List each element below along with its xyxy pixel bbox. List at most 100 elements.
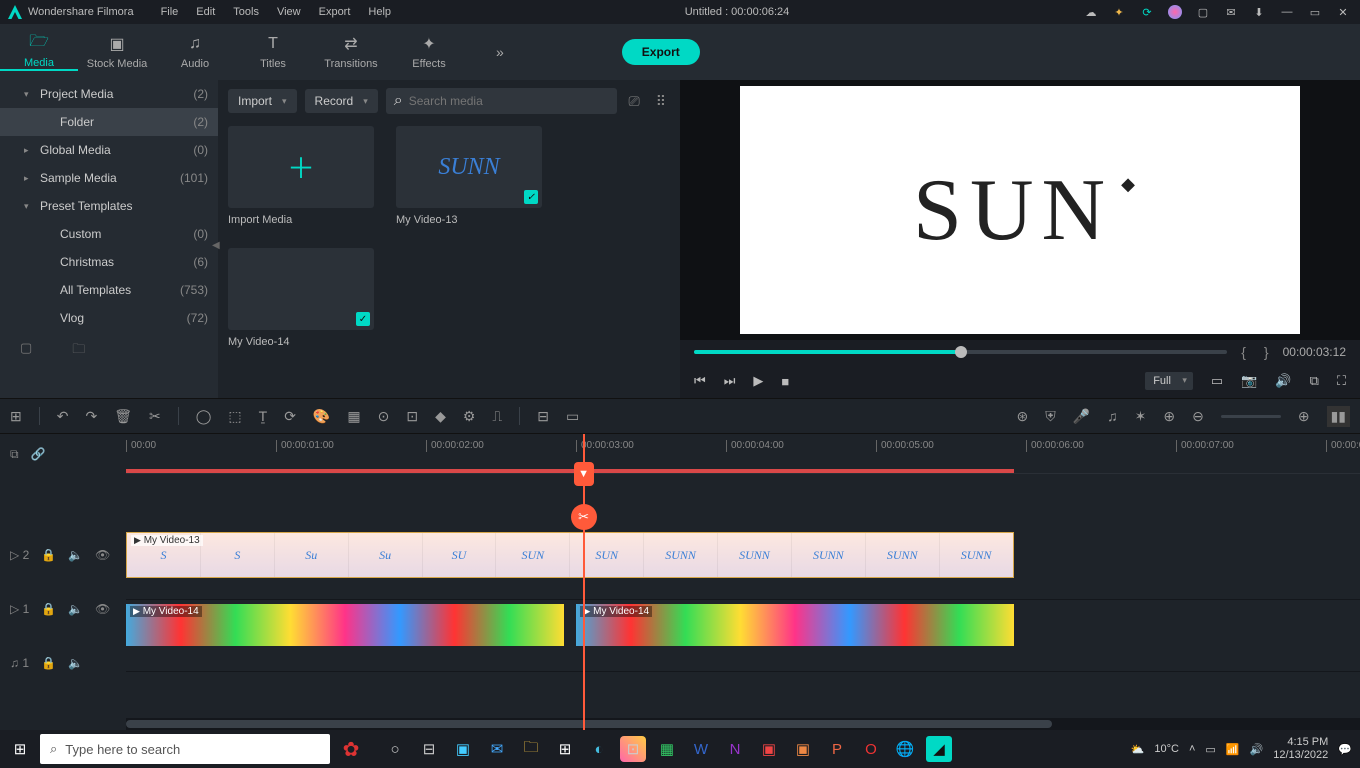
export-button[interactable]: Export — [622, 39, 700, 65]
tool-7-icon[interactable]: ⊙ — [378, 408, 390, 425]
menu-file[interactable]: File — [152, 6, 188, 18]
notifications-icon[interactable]: 💬 — [1338, 743, 1352, 756]
zoom-slider[interactable] — [1221, 415, 1281, 418]
filmora-taskbar-icon[interactable]: ◢ — [926, 736, 952, 762]
tab-audio[interactable]: ♫Audio — [156, 34, 234, 70]
system-clock[interactable]: 4:15 PM12/13/2022 — [1273, 736, 1328, 762]
maximize-icon[interactable]: ▭ — [1308, 5, 1322, 19]
sidebar-item-vlog[interactable]: Vlog(72) — [0, 304, 218, 332]
menu-tools[interactable]: Tools — [224, 6, 268, 18]
split-icon[interactable]: ✂ — [149, 408, 161, 425]
timeline-ruler[interactable]: 00:0000:00:01:0000:00:02:0000:00:03:0000… — [126, 434, 1360, 474]
app-icon[interactable]: ▣ — [450, 736, 476, 762]
new-folder-icon[interactable]: ▢ — [20, 340, 32, 362]
link-icon[interactable]: 🔗 — [31, 447, 46, 461]
filter-icon[interactable]: ⎚ — [625, 93, 644, 110]
color-icon[interactable]: 🎨 — [313, 408, 330, 425]
mixer-icon[interactable]: ♫ — [1107, 408, 1118, 424]
mute-icon[interactable]: 🔈 — [68, 656, 83, 670]
taskbar-search[interactable]: ⌕Type here to search — [40, 734, 330, 764]
add-track-icon[interactable]: ⊞ — [10, 408, 22, 425]
folder-icon[interactable]: 🗀 — [72, 340, 85, 362]
quality-dropdown[interactable]: Full — [1145, 372, 1193, 390]
redo-icon[interactable]: ↷ — [85, 408, 97, 425]
tool-r1-icon[interactable]: ⊛ — [1016, 408, 1028, 425]
edge-icon[interactable]: ◐ — [586, 736, 612, 762]
track-header-v2[interactable]: ▷ 2🔒🔈👁 — [0, 528, 126, 582]
scissor-marker-icon[interactable]: ✂ — [571, 504, 597, 530]
mute-icon[interactable]: 🔈 — [68, 602, 83, 616]
search-input[interactable]: ⌕ — [386, 88, 617, 114]
track-v2[interactable]: ▶ My Video-13 SSSuSuSUSUNSUNSUNNSUNNSUNN… — [126, 528, 1360, 600]
tool-12-icon[interactable]: ▭ — [566, 408, 579, 425]
menu-view[interactable]: View — [268, 6, 310, 18]
account-icon[interactable] — [1168, 5, 1182, 19]
mark-out-icon[interactable]: } — [1260, 344, 1273, 360]
clip-video-13[interactable]: ▶ My Video-13 SSSuSuSUSUNSUNSUNNSUNNSUNN… — [126, 532, 1014, 578]
store-icon[interactable]: ⊞ — [552, 736, 578, 762]
app3-icon[interactable]: ▣ — [790, 736, 816, 762]
media-item-video-13[interactable]: SUNN✓ My Video-13 — [396, 126, 542, 226]
tray-chevron-icon[interactable]: ˄ — [1189, 743, 1195, 755]
menu-edit[interactable]: Edit — [187, 6, 224, 18]
grid-view-icon[interactable]: ⠿ — [652, 93, 670, 110]
stop-icon[interactable]: ■ — [781, 374, 789, 389]
seek-slider[interactable] — [694, 350, 1227, 354]
sidebar-item-preset-templates[interactable]: ▾Preset Templates — [0, 192, 218, 220]
fit-icon[interactable]: ▮▮ — [1327, 406, 1350, 427]
track-header-v1[interactable]: ▷ 1🔒🔈👁 — [0, 582, 126, 636]
eye-icon[interactable]: 👁 — [95, 602, 110, 616]
play-icon[interactable]: ▶ — [753, 373, 763, 389]
marker-add-icon[interactable]: ⊕ — [1163, 408, 1175, 425]
crop-icon[interactable]: ⬚ — [228, 408, 241, 425]
volume-icon[interactable]: 🔊 — [1275, 373, 1291, 389]
snapshot-icon[interactable]: 📷 — [1241, 373, 1257, 389]
taskview-icon[interactable]: ⊟ — [416, 736, 442, 762]
sidebar-item-project-media[interactable]: ▾Project Media(2) — [0, 80, 218, 108]
word-icon[interactable]: W — [688, 736, 714, 762]
mic-icon[interactable]: 🎤 — [1073, 408, 1090, 425]
idea-icon[interactable]: ✦ — [1112, 5, 1126, 19]
playhead[interactable]: ▼ ✂ — [583, 434, 585, 730]
explorer-icon[interactable]: 🗀 — [518, 736, 544, 762]
adjust-icon[interactable]: ⚙ — [463, 408, 476, 425]
opera-icon[interactable]: O — [858, 736, 884, 762]
lock-icon[interactable]: 🔒 — [41, 656, 56, 670]
import-media-tile[interactable]: ＋ Import Media — [228, 126, 374, 226]
tool-r2-icon[interactable]: ⛨ — [1045, 408, 1056, 425]
mail-icon[interactable]: ✉ — [1224, 5, 1238, 19]
zoom-in-icon[interactable]: ⊕ — [1298, 408, 1310, 425]
volume-tray-icon[interactable]: 🔊 — [1250, 743, 1264, 756]
auto-ripple-icon[interactable]: ✶ — [1135, 408, 1147, 425]
wifi-icon[interactable]: 📶 — [1226, 743, 1240, 756]
cortana-icon[interactable]: ○ — [382, 736, 408, 762]
track-header-a1[interactable]: ♫ 1🔒🔈 — [0, 636, 126, 690]
tab-effects[interactable]: ✦Effects — [390, 34, 468, 70]
instagram-icon[interactable]: ⊡ — [620, 736, 646, 762]
start-button[interactable]: ⊞ — [0, 730, 40, 768]
chrome-icon[interactable]: 🌐 — [892, 736, 918, 762]
timeline-tracks[interactable]: 00:0000:00:01:0000:00:02:0000:00:03:0000… — [126, 434, 1360, 730]
preview-canvas[interactable]: SUN◆ — [680, 80, 1360, 340]
tab-stock-media[interactable]: ▣Stock Media — [78, 34, 156, 70]
timeline-scrollbar[interactable] — [126, 718, 1360, 730]
tray-icon[interactable]: ▭ — [1205, 743, 1215, 756]
expand-tabs-icon[interactable]: » — [496, 44, 504, 60]
tool-8-icon[interactable]: ⊡ — [406, 408, 418, 425]
collapse-handle-icon[interactable]: ◀ — [212, 240, 220, 251]
mute-icon[interactable]: 🔈 — [68, 548, 83, 562]
speed-icon[interactable]: ⟳ — [284, 408, 296, 425]
tab-transitions[interactable]: ⇄Transitions — [312, 34, 390, 70]
tool-11-icon[interactable]: ⊟ — [537, 408, 549, 425]
tab-media[interactable]: 🗁Media — [0, 33, 78, 71]
powerpoint-icon[interactable]: P — [824, 736, 850, 762]
excel-icon[interactable]: ▦ — [654, 736, 680, 762]
clip-video-14a[interactable]: ▶ My Video-14 — [126, 604, 564, 646]
track-v1[interactable]: ▶ My Video-14 ▶ My Video-14 — [126, 600, 1360, 672]
tool-1-icon[interactable]: ◯ — [196, 408, 212, 425]
record-dropdown[interactable]: Record▾ — [305, 89, 378, 113]
delete-icon[interactable]: 🗑 — [114, 408, 132, 425]
close-icon[interactable]: ✕ — [1336, 5, 1350, 19]
sidebar-item-all-templates[interactable]: All Templates(753) — [0, 276, 218, 304]
save-icon[interactable]: ▢ — [1196, 5, 1210, 19]
